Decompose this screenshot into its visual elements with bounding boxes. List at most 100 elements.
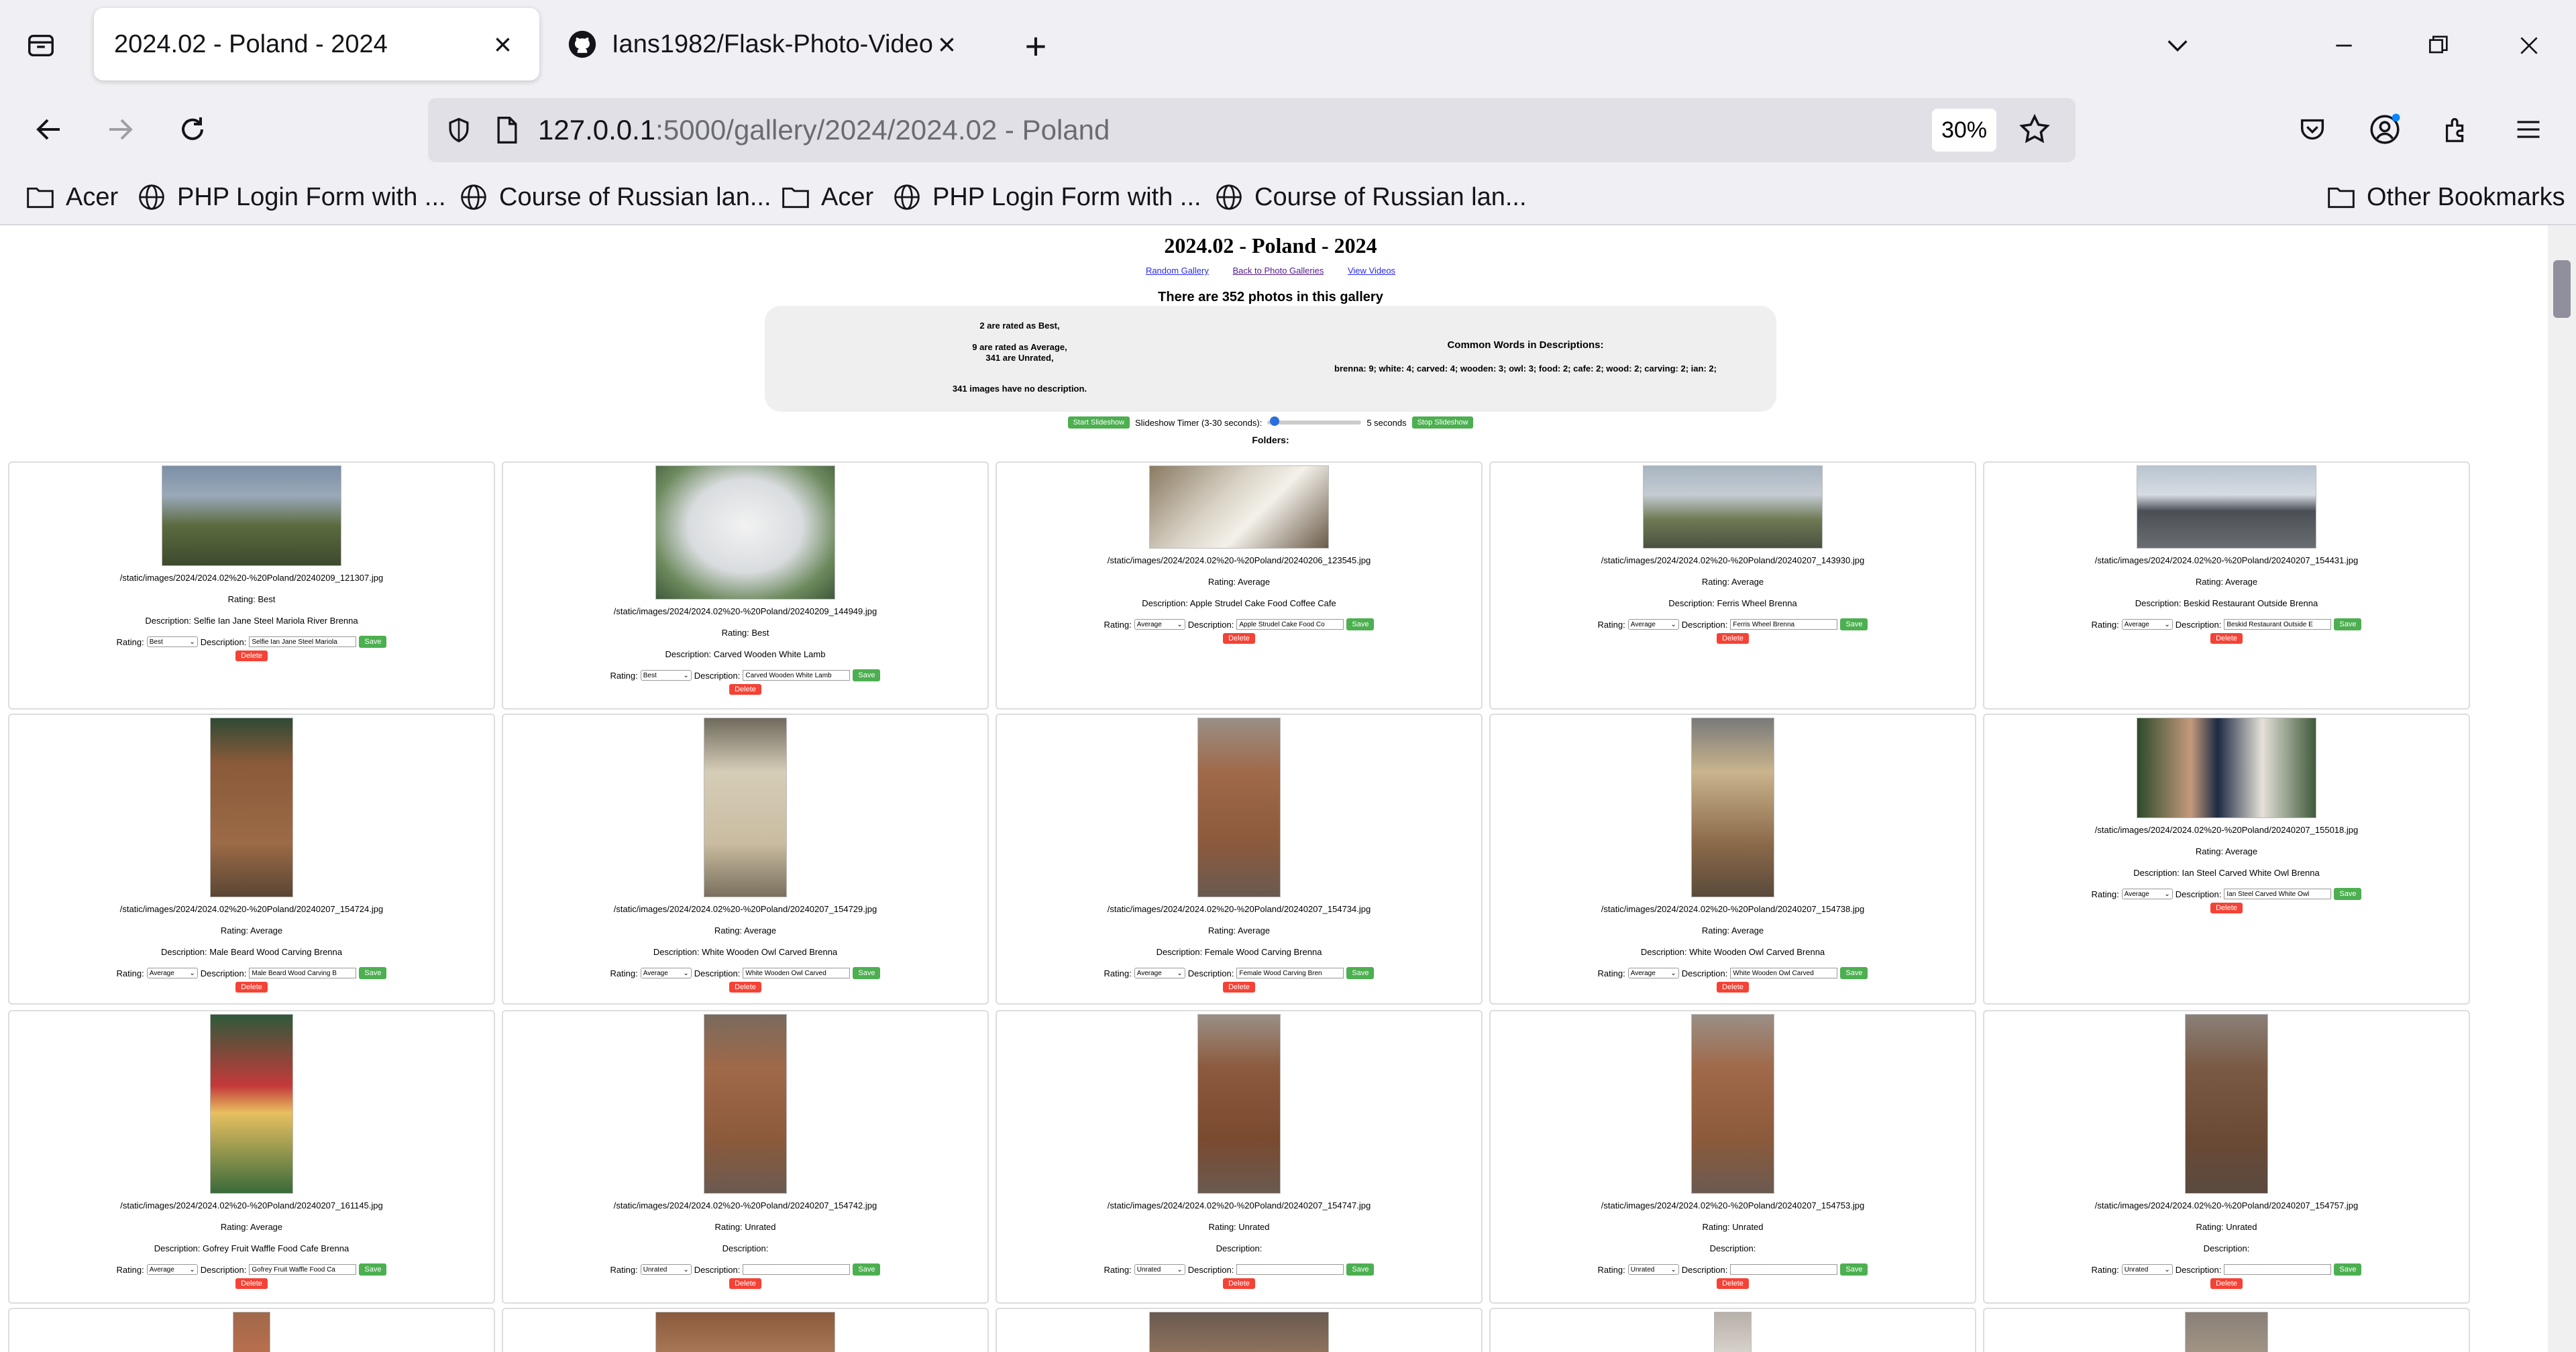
stop-slideshow-button[interactable]: Stop Slideshow: [1411, 416, 1474, 429]
description-input[interactable]: [1730, 1264, 1838, 1275]
bookmark-item[interactable]: Acer: [25, 176, 118, 219]
description-input[interactable]: Ian Steel Carved White Owl: [2224, 889, 2332, 899]
delete-button[interactable]: Delete: [1223, 633, 1255, 644]
close-window-icon[interactable]: [2510, 27, 2548, 64]
slider-knob[interactable]: [1270, 416, 1280, 426]
pocket-icon[interactable]: [2292, 109, 2333, 150]
photo-thumbnail[interactable]: [2137, 465, 2316, 549]
delete-button[interactable]: Delete: [1717, 982, 1749, 993]
other-bookmarks[interactable]: Other Bookmarks: [2326, 176, 2565, 219]
back-to-galleries-link[interactable]: Back to Photo Galleries: [1233, 266, 1324, 276]
photo-thumbnail[interactable]: [655, 1312, 835, 1352]
photo-thumbnail[interactable]: [2137, 718, 2316, 818]
shield-icon[interactable]: [444, 115, 474, 145]
delete-button[interactable]: Delete: [1717, 633, 1749, 644]
photo-thumbnail[interactable]: [210, 718, 293, 897]
delete-button[interactable]: Delete: [235, 1278, 268, 1289]
delete-button[interactable]: Delete: [2210, 633, 2243, 644]
photo-thumbnail[interactable]: [704, 1014, 787, 1194]
photo-thumbnail[interactable]: [1691, 1014, 1774, 1194]
menu-icon[interactable]: [2508, 109, 2549, 150]
photo-thumbnail[interactable]: [704, 718, 787, 897]
rating-select[interactable]: Average ⌄: [2121, 619, 2173, 630]
delete-button[interactable]: Delete: [235, 651, 268, 661]
rating-select[interactable]: Unrated ⌄: [640, 1264, 692, 1275]
photo-thumbnail[interactable]: [162, 465, 341, 566]
save-button[interactable]: Save: [359, 636, 387, 648]
back-icon[interactable]: [28, 109, 70, 150]
description-input[interactable]: Carved Wooden White Lamb: [743, 670, 851, 681]
bookmark-star-icon[interactable]: [2018, 113, 2051, 146]
page-icon[interactable]: [494, 115, 521, 145]
photo-thumbnail[interactable]: [1714, 1312, 1752, 1352]
save-button[interactable]: Save: [2334, 1263, 2362, 1276]
reload-icon[interactable]: [172, 109, 213, 150]
random-gallery-link[interactable]: Random Gallery: [1146, 266, 1209, 276]
delete-button[interactable]: Delete: [1223, 982, 1255, 993]
photo-thumbnail[interactable]: [1197, 718, 1281, 897]
bookmark-item[interactable]: Acer: [781, 176, 873, 219]
photo-thumbnail[interactable]: [210, 1014, 293, 1194]
photo-thumbnail[interactable]: [1643, 465, 1823, 549]
rating-select[interactable]: Average ⌄: [1134, 968, 1185, 978]
save-button[interactable]: Save: [359, 967, 387, 979]
description-input[interactable]: [743, 1264, 851, 1275]
save-button[interactable]: Save: [853, 967, 881, 979]
delete-button[interactable]: Delete: [729, 1278, 761, 1289]
description-input[interactable]: White Wooden Owl Carved: [1730, 968, 1838, 978]
rating-select[interactable]: Average ⌄: [146, 1264, 198, 1275]
description-input[interactable]: [1236, 1264, 1344, 1275]
view-videos-link[interactable]: View Videos: [1348, 266, 1395, 276]
rating-select[interactable]: Unrated ⌄: [2121, 1264, 2173, 1275]
timer-slider[interactable]: [1267, 416, 1362, 426]
photo-thumbnail[interactable]: [2185, 1312, 2268, 1352]
restore-icon[interactable]: [2419, 27, 2457, 64]
new-tab-icon[interactable]: +: [1017, 25, 1055, 67]
save-button[interactable]: Save: [853, 669, 881, 681]
save-button[interactable]: Save: [1346, 1263, 1375, 1276]
description-input[interactable]: [2224, 1264, 2332, 1275]
scrollbar[interactable]: [2548, 225, 2576, 1352]
extensions-icon[interactable]: [2435, 109, 2477, 150]
tab-gallery[interactable]: 2024.02 - Poland - 2024 ×: [94, 8, 539, 80]
description-input[interactable]: Male Beard Wood Carving B: [249, 968, 357, 978]
rating-select[interactable]: Average ⌄: [146, 968, 198, 978]
rating-select[interactable]: Average ⌄: [1627, 968, 1679, 978]
save-button[interactable]: Save: [2334, 618, 2362, 630]
save-button[interactable]: Save: [1840, 1263, 1868, 1276]
save-button[interactable]: Save: [1346, 618, 1375, 630]
rating-select[interactable]: Unrated ⌄: [1134, 1264, 1185, 1275]
save-button[interactable]: Save: [1840, 618, 1868, 630]
description-input[interactable]: Beskid Restaurant Outside E: [2224, 619, 2332, 630]
description-input[interactable]: Ferris Wheel Brenna: [1730, 619, 1838, 630]
start-slideshow-button[interactable]: Start Slideshow: [1067, 416, 1130, 429]
rating-select[interactable]: Average ⌄: [1627, 619, 1679, 630]
rating-select[interactable]: Average ⌄: [640, 968, 692, 978]
bookmark-item[interactable]: PHP Login Form with ...: [892, 176, 1201, 219]
photo-thumbnail[interactable]: [1149, 1312, 1329, 1352]
account-icon[interactable]: [2364, 109, 2406, 150]
close-tab-icon[interactable]: ×: [494, 29, 512, 60]
tab-overview-icon[interactable]: [23, 27, 59, 63]
save-button[interactable]: Save: [359, 1263, 387, 1276]
delete-button[interactable]: Delete: [2210, 1278, 2243, 1289]
bookmark-item[interactable]: PHP Login Form with ...: [137, 176, 446, 219]
rating-select[interactable]: Best ⌄: [640, 670, 692, 681]
photo-thumbnail[interactable]: [655, 465, 835, 600]
description-input[interactable]: Gofrey Fruit Waffle Food Ca: [249, 1264, 357, 1275]
photo-thumbnail[interactable]: [2185, 1014, 2268, 1194]
minimize-icon[interactable]: [2325, 27, 2363, 64]
photo-thumbnail[interactable]: [233, 1312, 270, 1352]
scrollbar-thumb[interactable]: [2553, 260, 2571, 318]
description-input[interactable]: Female Wood Carving Bren: [1236, 968, 1344, 978]
save-button[interactable]: Save: [1346, 967, 1375, 979]
delete-button[interactable]: Delete: [1223, 1278, 1255, 1289]
tab-github[interactable]: Ians1982/Flask-Photo-Video-G ×: [568, 8, 970, 80]
save-button[interactable]: Save: [853, 1263, 881, 1276]
description-input[interactable]: White Wooden Owl Carved: [743, 968, 851, 978]
url-bar[interactable]: 127.0.0.1:5000/gallery/2024/2024.02 - Po…: [428, 98, 2076, 162]
list-tabs-icon[interactable]: [2159, 27, 2196, 64]
rating-select[interactable]: Best ⌄: [146, 636, 198, 647]
rating-select[interactable]: Average ⌄: [2121, 889, 2173, 899]
description-input[interactable]: Selfie Ian Jane Steel Mariola: [249, 636, 357, 647]
